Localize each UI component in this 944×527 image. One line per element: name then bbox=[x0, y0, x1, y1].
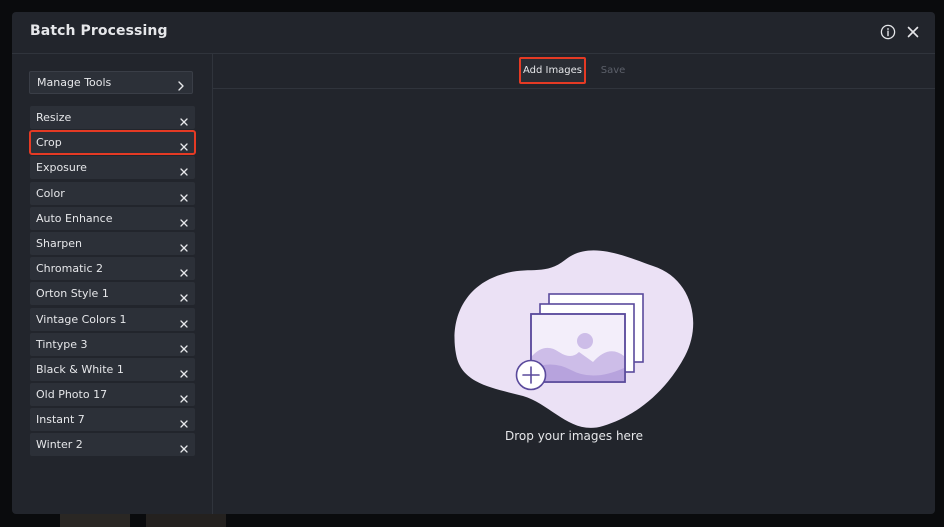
dialog-title: Batch Processing bbox=[30, 23, 168, 39]
remove-tool-icon[interactable] bbox=[179, 414, 189, 428]
tool-item[interactable]: Chromatic 2 bbox=[30, 257, 195, 281]
dialog-toolbar: Add Images Save bbox=[213, 54, 935, 89]
tool-item[interactable]: Exposure bbox=[30, 156, 195, 180]
dropzone-text: Drop your images here bbox=[505, 429, 643, 443]
tool-item-label: Auto Enhance bbox=[36, 211, 113, 225]
tool-item-label: Sharpen bbox=[36, 236, 82, 250]
dialog-header: Batch Processing bbox=[12, 12, 935, 54]
add-images-button[interactable]: Add Images bbox=[519, 57, 586, 84]
add-plus-icon bbox=[515, 359, 547, 391]
remove-tool-icon[interactable] bbox=[179, 213, 189, 227]
drop-images-illustration bbox=[453, 244, 698, 429]
save-button[interactable]: Save bbox=[594, 59, 632, 81]
tool-item[interactable]: Old Photo 17 bbox=[30, 383, 195, 407]
manage-tools-button[interactable]: Manage Tools bbox=[29, 71, 193, 94]
remove-tool-icon[interactable] bbox=[179, 288, 189, 302]
tool-item-label: Winter 2 bbox=[36, 438, 83, 452]
tool-item-label: Exposure bbox=[36, 161, 87, 175]
tool-item[interactable]: Instant 7 bbox=[30, 408, 195, 432]
tool-item[interactable]: Crop bbox=[29, 130, 196, 156]
chevron-right-icon bbox=[176, 77, 186, 91]
tool-item[interactable]: Auto Enhance bbox=[30, 206, 195, 230]
remove-tool-icon[interactable] bbox=[179, 162, 189, 177]
main-area: Add Images Save Drop your images here bbox=[213, 54, 935, 514]
tool-item-label: Orton Style 1 bbox=[36, 287, 109, 301]
remove-tool-icon[interactable] bbox=[179, 263, 189, 277]
tool-item-label: Old Photo 17 bbox=[36, 388, 108, 402]
remove-tool-icon[interactable] bbox=[179, 389, 189, 403]
tool-item-label: Vintage Colors 1 bbox=[36, 312, 127, 326]
tool-item[interactable]: Tintype 3 bbox=[30, 332, 195, 356]
remove-tool-icon[interactable] bbox=[179, 137, 189, 151]
tool-item[interactable]: Winter 2 bbox=[30, 433, 195, 457]
tools-sidebar: Manage Tools Resize Crop Exposure Color Auto… bbox=[12, 54, 213, 514]
tool-list: Resize Crop Exposure Color Auto Enhance Sharp… bbox=[29, 106, 196, 459]
manage-tools-label: Manage Tools bbox=[37, 76, 112, 89]
remove-tool-icon[interactable] bbox=[179, 314, 189, 328]
remove-tool-icon[interactable] bbox=[179, 112, 189, 126]
tool-item-label: Crop bbox=[36, 136, 62, 150]
tool-item[interactable]: Black & White 1 bbox=[30, 357, 195, 381]
remove-tool-icon[interactable] bbox=[179, 188, 189, 202]
tool-item[interactable]: Color bbox=[30, 181, 195, 205]
tool-item[interactable]: Sharpen bbox=[30, 231, 195, 255]
remove-tool-icon[interactable] bbox=[179, 339, 189, 353]
tool-item-label: Color bbox=[36, 186, 65, 200]
tool-item[interactable]: Vintage Colors 1 bbox=[30, 307, 195, 331]
tool-item-label: Black & White 1 bbox=[36, 362, 124, 376]
tool-item[interactable]: Resize bbox=[30, 106, 195, 129]
tool-item-label: Resize bbox=[36, 111, 72, 124]
image-dropzone[interactable]: Drop your images here bbox=[213, 89, 935, 514]
tool-item-label: Instant 7 bbox=[36, 413, 85, 427]
background-photo-thumbnail bbox=[146, 514, 226, 527]
background-photo-thumbnail bbox=[60, 514, 130, 527]
tool-item-label: Chromatic 2 bbox=[36, 262, 104, 276]
remove-tool-icon[interactable] bbox=[179, 364, 189, 378]
info-icon[interactable] bbox=[880, 24, 896, 40]
remove-tool-icon[interactable] bbox=[179, 238, 189, 252]
batch-processing-dialog: Batch Processing Manage Tools Resize Cro… bbox=[12, 12, 935, 514]
close-icon[interactable] bbox=[905, 24, 921, 40]
tool-item-label: Tintype 3 bbox=[36, 337, 88, 351]
tool-item[interactable]: Orton Style 1 bbox=[30, 282, 195, 306]
remove-tool-icon[interactable] bbox=[179, 439, 189, 454]
